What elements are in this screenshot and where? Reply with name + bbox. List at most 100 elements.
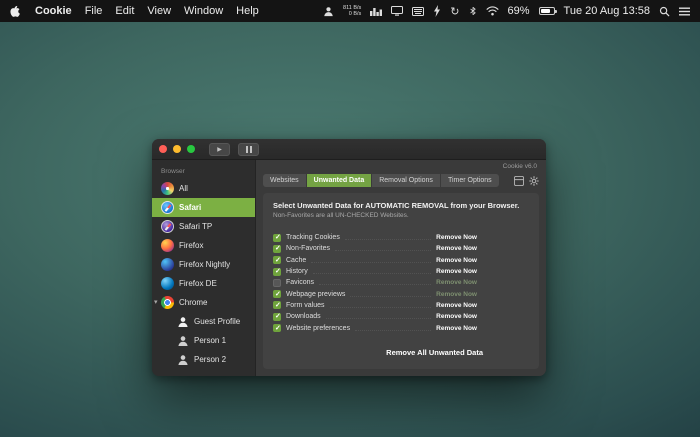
remove-now-button[interactable]: Remove Now [436, 325, 477, 332]
sidebar-item-label: Safari [179, 203, 201, 212]
app-version-label: Cookie v6.0 [503, 163, 537, 170]
pause-removal-button[interactable] [238, 143, 259, 156]
sidebar-item-firefox[interactable]: Firefox [152, 236, 255, 255]
start-removal-button[interactable]: ▶ [209, 143, 230, 156]
activity-icon[interactable] [370, 4, 382, 18]
tab-timer-options[interactable]: Timer Options [440, 174, 499, 187]
search-icon[interactable] [659, 4, 670, 18]
user-icon[interactable] [323, 4, 334, 18]
sidebar-item-person-2[interactable]: Person 2 [152, 350, 255, 369]
list-item: Webpage previews Remove Now [273, 288, 477, 299]
remove-now-button[interactable]: Remove Now [436, 313, 477, 320]
apple-menu[interactable] [10, 4, 22, 18]
dotted-leader [330, 307, 432, 308]
menu-help[interactable]: Help [236, 5, 259, 17]
all-browsers-icon [161, 182, 174, 195]
list-item: Cache Remove Now [273, 255, 477, 266]
dotted-leader [350, 296, 431, 297]
sidebar-item-label: All [179, 184, 188, 193]
sidebar-item-person-1[interactable]: Person 1 [152, 331, 255, 350]
sidebar-item-firefox-de[interactable]: Firefox DE [152, 274, 255, 293]
bolt-icon[interactable] [433, 4, 441, 18]
remove-now-button[interactable]: Remove Now [436, 279, 477, 286]
remove-now-button[interactable]: Remove Now [436, 302, 477, 309]
tab-websites[interactable]: Websites [263, 174, 306, 187]
sidebar-item-label: Firefox DE [179, 279, 217, 288]
cookie-window: ▶ Browser All Safari Safari TP Firefox [152, 139, 546, 376]
bluetooth-icon[interactable] [469, 4, 477, 18]
sidebar-item-guest-profile[interactable]: Guest Profile [152, 312, 255, 331]
network-down: 0 B/s [349, 11, 362, 17]
firefox-icon [161, 239, 174, 252]
checkbox-website-preferences[interactable] [273, 324, 281, 332]
sidebar-item-safari-tp[interactable]: Safari TP [152, 217, 255, 236]
sidebar-item-label: Safari TP [179, 222, 212, 231]
gear-icon[interactable] [529, 176, 539, 186]
refresh-icon[interactable]: ↻ [450, 4, 459, 18]
dotted-leader [313, 273, 431, 274]
keyboard-icon[interactable] [412, 4, 424, 18]
list-item: History Remove Now [273, 266, 477, 277]
checkbox-cache[interactable] [273, 256, 281, 264]
remove-all-unwanted-data-button[interactable]: Remove All Unwanted Data [386, 348, 483, 357]
menu-bar: Cookie File Edit View Window Help 811 B/… [0, 0, 700, 22]
remove-now-button[interactable]: Remove Now [436, 245, 477, 252]
dotted-leader [319, 284, 431, 285]
wifi-icon[interactable] [486, 4, 499, 18]
remove-now-button[interactable]: Remove Now [436, 291, 477, 298]
row-label: Form values [286, 302, 325, 309]
person-icon [177, 316, 189, 328]
menu-bar-clock[interactable]: Tue 20 Aug 13:58 [564, 5, 650, 17]
list-item: Non-Favorites Remove Now [273, 243, 477, 254]
network-stats[interactable]: 811 B/s 0 B/s [343, 5, 361, 17]
tab-unwanted-data[interactable]: Unwanted Data [306, 174, 372, 187]
checkbox-tracking-cookies[interactable] [273, 234, 281, 242]
zoom-button[interactable] [187, 145, 195, 153]
checkbox-favicons[interactable] [273, 279, 281, 287]
list-item: Website preferences Remove Now [273, 322, 477, 333]
pause-icon [246, 146, 252, 153]
menu-view[interactable]: View [147, 5, 171, 17]
chevron-down-icon[interactable]: ▾ [154, 299, 158, 306]
control-center-icon[interactable] [679, 4, 690, 18]
remove-now-button[interactable]: Remove Now [436, 234, 477, 241]
list-item: Favicons Remove Now [273, 277, 477, 288]
panel-icon[interactable] [514, 176, 524, 186]
remove-now-button[interactable]: Remove Now [436, 257, 477, 264]
minimize-button[interactable] [173, 145, 181, 153]
menu-window[interactable]: Window [184, 5, 223, 17]
sidebar-item-all[interactable]: All [152, 179, 255, 198]
menu-file[interactable]: File [85, 5, 103, 17]
menu-edit[interactable]: Edit [115, 5, 134, 17]
active-app-name[interactable]: Cookie [35, 5, 72, 17]
checkbox-webpage-previews[interactable] [273, 290, 281, 298]
list-item: Form values Remove Now [273, 300, 477, 311]
safari-tp-icon [161, 220, 174, 233]
panel-subheading: Non-Favorites are all UN-CHECKED Website… [273, 212, 529, 219]
checkbox-non-favorites[interactable] [273, 245, 281, 253]
checkbox-history[interactable] [273, 268, 281, 276]
close-button[interactable] [159, 145, 167, 153]
row-label: Webpage previews [286, 291, 345, 298]
sidebar-item-label: Person 1 [194, 336, 226, 345]
sidebar-item-chrome[interactable]: ▾ Chrome [152, 293, 255, 312]
sidebar-item-firefox-nightly[interactable]: Firefox Nightly [152, 255, 255, 274]
display-icon[interactable] [391, 4, 403, 18]
dotted-leader [311, 262, 431, 263]
row-label: Website preferences [286, 325, 350, 332]
checkbox-downloads[interactable] [273, 313, 281, 321]
row-label: Tracking Cookies [286, 234, 340, 241]
sidebar-item-safari[interactable]: Safari [152, 198, 255, 217]
sidebar-item-label: Firefox Nightly [179, 260, 230, 269]
tab-removal-options[interactable]: Removal Options [371, 174, 440, 187]
battery-icon[interactable] [539, 4, 555, 18]
unwanted-data-panel: Select Unwanted Data for AUTOMATIC REMOV… [263, 193, 539, 369]
sidebar-item-label: Firefox [179, 241, 203, 250]
firefox-nightly-icon [161, 258, 174, 271]
remove-now-button[interactable]: Remove Now [436, 268, 477, 275]
safari-icon [161, 201, 174, 214]
tab-bar: Websites Unwanted Data Removal Options T… [263, 174, 539, 187]
title-bar[interactable]: ▶ [152, 139, 546, 160]
checkbox-form-values[interactable] [273, 301, 281, 309]
list-item: Tracking Cookies Remove Now [273, 232, 477, 243]
